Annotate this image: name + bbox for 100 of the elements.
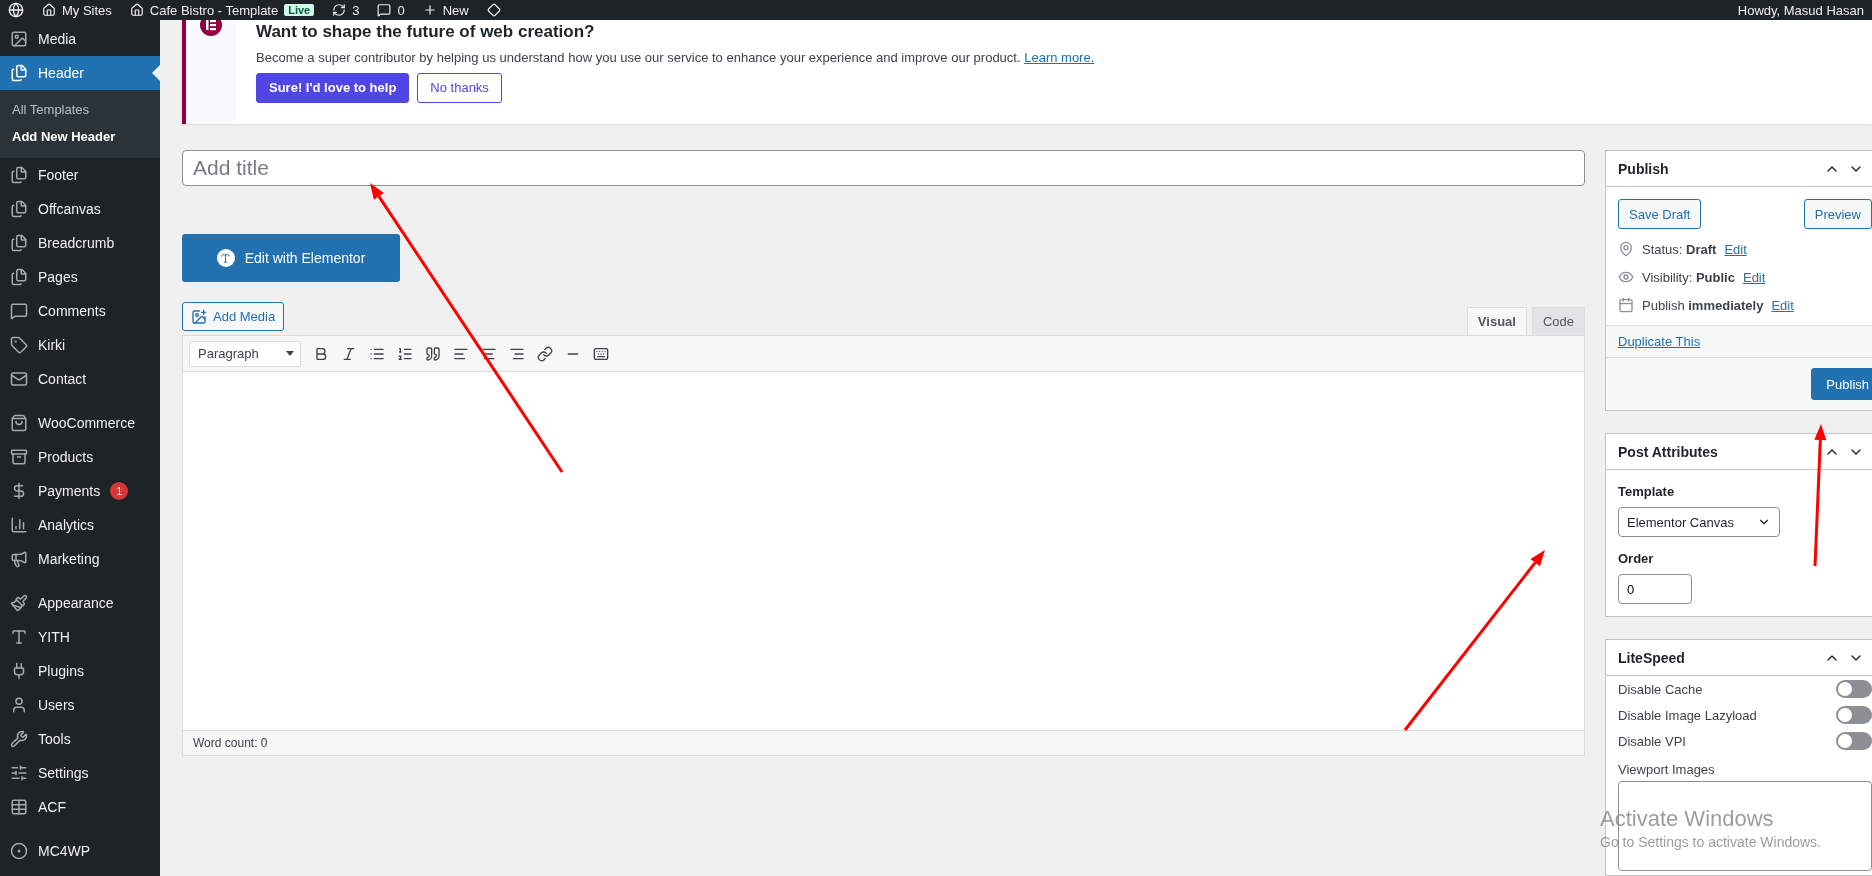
learn-more-link[interactable]: Learn more. [1024, 49, 1095, 65]
bold-icon[interactable] [313, 345, 329, 362]
quote-icon[interactable] [425, 345, 441, 362]
submenu-item[interactable]: Add New Header [0, 123, 160, 150]
order-field[interactable]: 0 [1618, 574, 1692, 604]
notice-title: Want to shape the future of web creation? [256, 21, 596, 42]
preview-button[interactable]: Preview [1803, 199, 1872, 229]
eye-icon [1618, 269, 1634, 285]
template-select[interactable]: Elementor Canvas [1618, 507, 1780, 537]
updates-count[interactable]: 3 [352, 2, 360, 18]
toggle-switch[interactable] [1836, 680, 1872, 698]
new-link[interactable]: New [442, 2, 469, 18]
editor-tab[interactable]: Visual [1466, 307, 1527, 336]
toggle-label: Disable VPI [1618, 733, 1686, 749]
duplicate-link[interactable]: Duplicate This [1618, 334, 1701, 349]
archive-icon [10, 448, 28, 466]
diamond-icon[interactable] [486, 3, 501, 17]
numbered-list-icon[interactable] [397, 345, 413, 362]
sidebar-item[interactable]: Analytics [0, 508, 160, 542]
wrench-icon [10, 730, 28, 748]
format-select[interactable]: Paragraph [189, 340, 301, 367]
refresh-icon [332, 3, 347, 17]
box-title: Publish [1618, 160, 1669, 177]
keyboard-icon[interactable] [593, 345, 609, 362]
user-icon [10, 696, 28, 714]
house-icon [42, 3, 56, 17]
edit-link[interactable]: Edit [1724, 241, 1747, 257]
letter-icon [10, 628, 28, 646]
sidebar-item[interactable]: Marketing [0, 542, 160, 576]
document-icon [10, 64, 28, 82]
logo-icon [216, 249, 235, 267]
plus-icon [422, 3, 437, 17]
sidebar-item[interactable]: YITH [0, 620, 160, 654]
sidebar-item[interactable]: Footer [0, 158, 160, 192]
sidebar-item[interactable]: Plugins [0, 654, 160, 688]
publish-button[interactable]: Publish [1811, 368, 1872, 400]
sidebar-item[interactable]: Payments 1 [0, 474, 160, 508]
word-count: Word count: 0 [183, 730, 1584, 755]
sidebar-item[interactable]: Products [0, 440, 160, 474]
toggle-switch[interactable] [1836, 706, 1872, 724]
sidebar-item[interactable]: Contact [0, 362, 160, 396]
document-icon [10, 166, 28, 184]
toggle-label: Disable Cache [1618, 681, 1703, 697]
link-icon[interactable] [537, 345, 553, 362]
sidebar-item[interactable]: WooCommerce [0, 406, 160, 440]
comments-count[interactable]: 0 [397, 2, 405, 18]
publish-meta: Status: Draft [1642, 241, 1717, 257]
speech-bubble-icon [377, 3, 392, 17]
logo-icon[interactable] [8, 2, 24, 18]
publish-meta: Visibility: Public [1642, 269, 1735, 285]
pin-icon [1618, 241, 1634, 257]
count-badge: 1 [110, 482, 129, 500]
edit-link[interactable]: Edit [1771, 297, 1794, 313]
edit-with-elementor-button[interactable]: Edit with Elementor [182, 234, 400, 282]
editor-tab[interactable]: Code [1531, 307, 1585, 336]
box-title: Post Attributes [1618, 443, 1718, 460]
sidebar-item[interactable]: Kirki [0, 328, 160, 362]
tag-icon [10, 336, 28, 354]
site-name-link[interactable]: Cafe Bistro - Template [149, 2, 279, 18]
save-draft-button[interactable]: Save Draft [1618, 199, 1702, 229]
circle-icon [10, 842, 28, 860]
sidebar-item[interactable]: Tools [0, 722, 160, 756]
template-label: Template [1617, 484, 1676, 499]
sidebar-item[interactable]: Pages [0, 260, 160, 294]
greeting-link[interactable]: Howdy, Masud Hasan [1737, 2, 1864, 18]
sidebar-item[interactable]: Offcanvas [0, 192, 160, 226]
sliders-icon [10, 764, 28, 782]
paintbrush-icon [10, 594, 28, 612]
add-media-button[interactable]: Add Media [182, 302, 285, 331]
publish-meta: Publish immediately [1642, 297, 1764, 313]
sidebar-item[interactable]: MC4WP [0, 834, 160, 868]
calendar-icon [1618, 297, 1634, 313]
sidebar-item[interactable]: Settings [0, 756, 160, 790]
document-icon [10, 234, 28, 252]
edit-link[interactable]: Edit [1742, 269, 1766, 285]
bar-chart-icon [10, 516, 28, 534]
media-icon [191, 308, 207, 325]
submenu-item[interactable]: All Templates [0, 96, 160, 123]
house-icon [129, 3, 144, 17]
viewport-images-label: Viewport Images [1617, 761, 1716, 779]
my-sites-link[interactable]: My Sites [62, 2, 112, 18]
envelope-icon [10, 370, 28, 388]
box-title: LiteSpeed [1618, 649, 1685, 666]
megaphone-icon [10, 550, 28, 568]
sidebar-item[interactable]: Appearance [0, 586, 160, 620]
document-icon [10, 268, 28, 286]
speech-bubble-icon [10, 302, 28, 320]
document-icon [10, 200, 28, 218]
sidebar-item[interactable]: Breadcrumb [0, 226, 160, 260]
sidebar-item[interactable]: Media [0, 22, 160, 56]
title-field[interactable]: Add title [182, 150, 1585, 186]
live-badge: Live [284, 4, 315, 16]
sidebar-item[interactable]: Comments [0, 294, 160, 328]
decline-button[interactable]: No thanks [417, 72, 502, 103]
sidebar-item[interactable]: Header [0, 56, 160, 90]
accept-button[interactable]: Sure! I'd love to help [256, 72, 410, 103]
sidebar-item[interactable]: Users [0, 688, 160, 722]
sidebar-item[interactable]: ACF [0, 790, 160, 824]
toggle-switch[interactable] [1836, 732, 1872, 750]
italic-icon[interactable] [341, 345, 357, 362]
